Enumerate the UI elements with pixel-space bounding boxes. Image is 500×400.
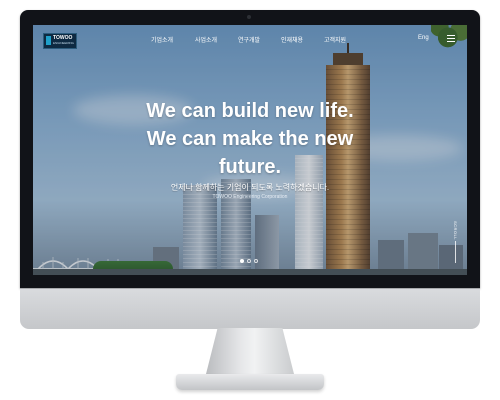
slider-pagination [240,250,261,263]
nav-item-business[interactable]: 사업소개 [195,35,217,44]
camera-dot [247,15,251,19]
monitor-stand-neck [205,328,295,378]
slider-dot-2[interactable] [247,259,251,263]
scroll-label: SCROLL [453,221,458,241]
hero-subtitle: 언제나 함께하는 기업이 되도록 노력하겠습니다. [170,183,330,192]
scroll-indicator[interactable]: SCROLL [453,221,461,265]
hero-headline-line-3: future. [218,156,282,178]
website-screen: TOWOO ENGINEERING 기업소개 사업소개 연구개발 인재채용 고객… [33,25,467,275]
scroll-line [455,241,456,263]
nav-item-research[interactable]: 연구개발 [238,35,260,44]
monitor-stand-base [176,374,324,390]
hero-headline-line-2: We can make the new [146,128,354,150]
hero-headline-line-1: We can build new life. [146,100,354,122]
slider-dot-1[interactable] [240,259,244,263]
site-header: TOWOO ENGINEERING 기업소개 사업소개 연구개발 인재채용 고객… [33,25,467,55]
hamburger-menu-icon[interactable] [447,35,455,42]
hero-corporation: TOWOO Engineering Corporation [212,194,288,200]
hero: We can build new life. We can make the n… [33,97,467,201]
main-nav: 기업소개 사업소개 연구개발 인재채용 고객지원 [33,35,467,47]
language-toggle[interactable]: Eng [418,35,429,41]
slider-dot-3[interactable] [254,259,258,263]
nav-item-careers[interactable]: 인재채용 [281,35,303,44]
nav-item-support[interactable]: 고객지원 [324,35,346,44]
nav-item-company[interactable]: 기업소개 [151,35,173,44]
monitor-chin [20,288,480,329]
